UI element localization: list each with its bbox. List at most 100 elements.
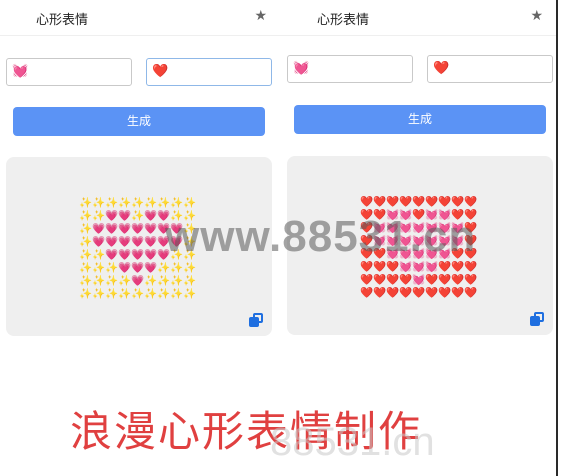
emoji-cell: ❤️: [451, 287, 465, 299]
emoji-cell: ❤️: [386, 261, 400, 273]
left-app-panel: 心形表情 ★ 💓 ❤️ 生成 ✨ ✨ ✨ ✨ ✨ ✨ ✨ ✨ ✨ ✨ ✨ 💗 💗 ✨ 💗 💗 ✨ ✨ ✨ 💗 💗 💗 💗 💗 💗…: [0, 0, 281, 380]
emoji-cell: 💗: [105, 236, 119, 248]
emoji-cell: ❤️: [451, 261, 465, 273]
emoji-cell: ❤️: [386, 287, 400, 299]
emoji-cell: ❤️: [412, 287, 426, 299]
emoji-cell: ✨: [79, 223, 93, 235]
emoji-cell: ❤️: [373, 196, 387, 208]
emoji-cell: ❤️: [464, 261, 478, 273]
emoji-cell: ❤️: [399, 196, 413, 208]
emoji-cell: ❤️: [425, 196, 439, 208]
page-title: 心形表情: [36, 13, 89, 28]
emoji-cell: ✨: [118, 288, 132, 300]
emoji-cell: ❤️: [425, 274, 439, 286]
emoji-cell: 💗: [131, 236, 145, 248]
emoji-cell: ❤️: [373, 261, 387, 273]
emoji-cell: ✨: [79, 210, 93, 222]
emoji-cell: ✨: [79, 236, 93, 248]
emoji-cell: ❤️: [425, 287, 439, 299]
image-border: [556, 0, 558, 476]
emoji-cell: 💓: [412, 261, 426, 273]
emoji-cell: 💗: [144, 223, 158, 235]
emoji-cell: ✨: [118, 197, 132, 209]
emoji-cell: ❤️: [438, 261, 452, 273]
emoji-cell: 💗: [118, 223, 132, 235]
emoji-cell: ✨: [79, 275, 93, 287]
emoji-cell: ✨: [105, 275, 119, 287]
emoji-cell: 💗: [144, 210, 158, 222]
caption-watermark: 88531.cn: [270, 420, 435, 464]
emoji-cell: ✨: [157, 262, 171, 274]
emoji-cell: ✨: [131, 288, 145, 300]
emoji-cell: 💗: [118, 249, 132, 261]
emoji-cell: ✨: [105, 197, 119, 209]
emoji-cell: ❤️: [386, 274, 400, 286]
emoji-cell: ❤️: [386, 196, 400, 208]
title-bar: 心形表情 ★: [0, 0, 281, 36]
emoji-cell: ❤️: [451, 274, 465, 286]
emoji-cell: 💓: [425, 261, 439, 273]
emoji-cell: ❤️: [373, 287, 387, 299]
emoji-cell: ✨: [157, 288, 171, 300]
emoji-cell: ❤️: [360, 274, 374, 286]
emoji-cell: ✨: [144, 288, 158, 300]
emoji-cell: ✨: [170, 197, 184, 209]
generate-button[interactable]: 生成: [13, 107, 265, 136]
copy-icon[interactable]: [249, 313, 263, 327]
star-icon[interactable]: ★: [530, 8, 543, 24]
emoji-cell: ❤️: [438, 287, 452, 299]
emoji-cell: ❤️: [438, 274, 452, 286]
emoji-cell: ✨: [92, 197, 106, 209]
emoji-cell: ✨: [131, 210, 145, 222]
emoji-cell: ❤️: [360, 287, 374, 299]
emoji-input-1[interactable]: 💓: [287, 55, 413, 83]
emoji-cell: ❤️: [373, 274, 387, 286]
emoji-cell: 💗: [131, 262, 145, 274]
emoji-cell: ✨: [92, 288, 106, 300]
emoji-cell: ✨: [170, 262, 184, 274]
emoji-cell: ✨: [131, 197, 145, 209]
emoji-cell: ✨: [118, 275, 132, 287]
emoji-cell: ✨: [92, 275, 106, 287]
emoji-cell: 💓: [399, 261, 413, 273]
emoji-cell: ✨: [157, 197, 171, 209]
emoji-cell: 💗: [131, 249, 145, 261]
emoji-cell: 💗: [105, 223, 119, 235]
emoji-cell: ✨: [183, 288, 197, 300]
emoji-cell: 💗: [105, 249, 119, 261]
copy-icon[interactable]: [530, 312, 544, 326]
screenshot-stage: 心形表情 ★ 💓 ❤️ 生成 ✨ ✨ ✨ ✨ ✨ ✨ ✨ ✨ ✨ ✨ ✨ 💗 💗 ✨ 💗 💗 ✨ ✨ ✨ 💗 💗 💗 💗 💗 💗…: [0, 0, 562, 476]
emoji-cell: ✨: [144, 197, 158, 209]
emoji-cell: ✨: [144, 275, 158, 287]
emoji-cell: 💗: [92, 223, 106, 235]
emoji-cell: 💗: [144, 262, 158, 274]
emoji-cell: ✨: [92, 249, 106, 261]
emoji-cell: 💗: [131, 275, 145, 287]
emoji-cell: ❤️: [464, 287, 478, 299]
emoji-cell: 💗: [118, 210, 132, 222]
star-icon[interactable]: ★: [254, 8, 267, 24]
watermark-text: www.88531.cn: [165, 212, 477, 261]
emoji-input-1[interactable]: 💓: [6, 58, 132, 86]
emoji-cell: ✨: [79, 288, 93, 300]
emoji-cell: ❤️: [412, 196, 426, 208]
emoji-cell: 💗: [92, 236, 106, 248]
emoji-cell: 💗: [144, 249, 158, 261]
title-bar: 心形表情 ★: [281, 0, 557, 36]
emoji-cell: ✨: [92, 262, 106, 274]
emoji-cell: ✨: [79, 197, 93, 209]
emoji-input-2[interactable]: ❤️: [427, 55, 553, 83]
emoji-cell: 💗: [118, 262, 132, 274]
emoji-input-2[interactable]: ❤️: [146, 58, 272, 86]
emoji-cell: ✨: [105, 262, 119, 274]
emoji-cell: 💗: [105, 210, 119, 222]
emoji-cell: 💗: [144, 236, 158, 248]
page-title: 心形表情: [317, 13, 370, 28]
emoji-cell: ✨: [105, 288, 119, 300]
emoji-cell: ✨: [157, 275, 171, 287]
emoji-cell: ✨: [183, 275, 197, 287]
emoji-cell: ✨: [170, 288, 184, 300]
emoji-cell: ✨: [79, 249, 93, 261]
generate-button[interactable]: 生成: [294, 105, 546, 134]
emoji-cell: ❤️: [451, 196, 465, 208]
